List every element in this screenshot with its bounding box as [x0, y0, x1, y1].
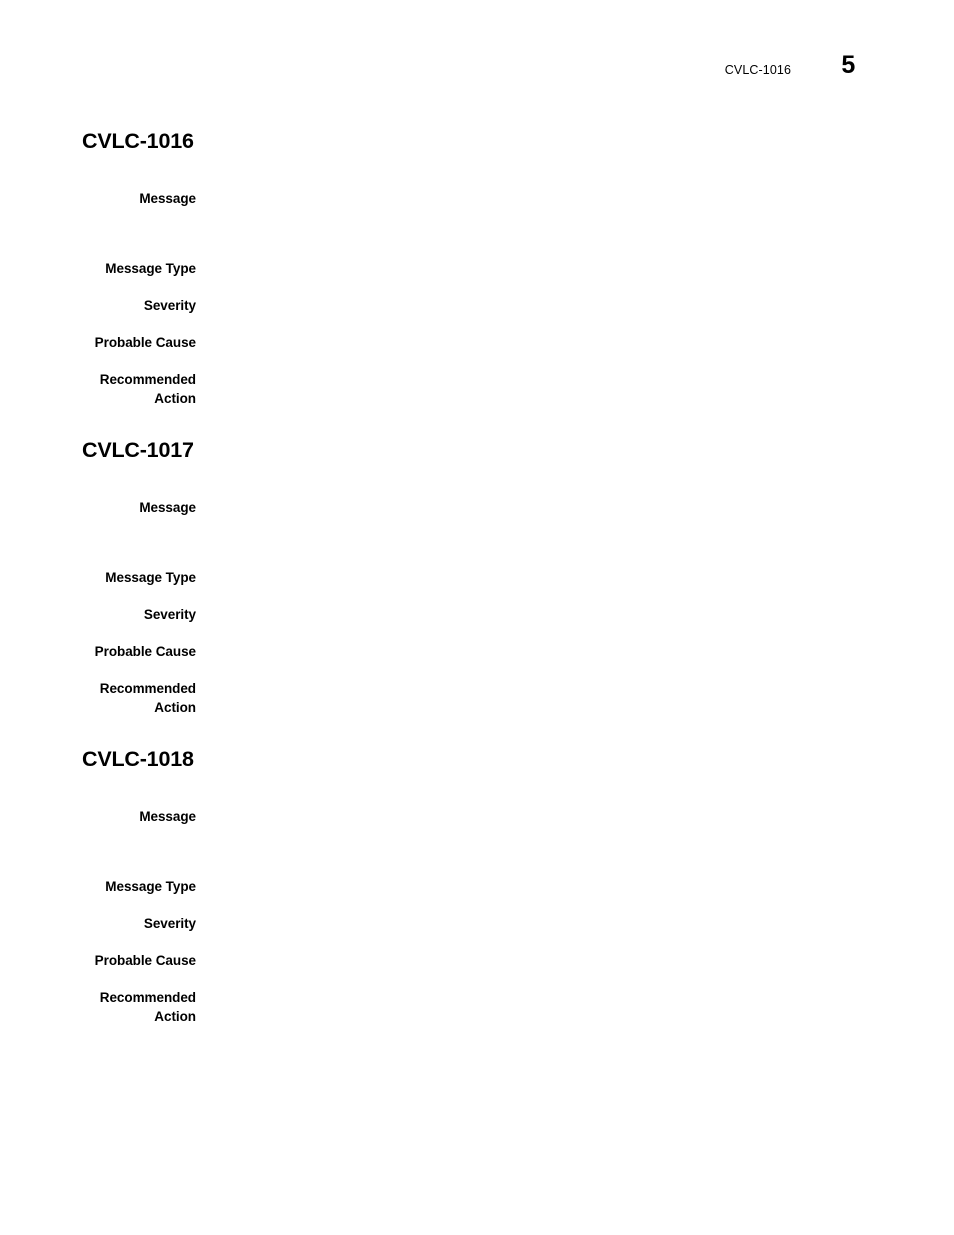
entry-probable-cause: Probable Cause	[0, 951, 954, 970]
entry-value-message	[196, 189, 954, 208]
entry-label-message: Message	[139, 500, 196, 515]
entry-label-message-type: Message Type	[105, 570, 196, 585]
entry-recommended-action: Recommended Action	[0, 679, 954, 717]
entry-label-message-type: Message Type	[105, 261, 196, 276]
page-content: CVLC-1016 Message Message Type Severity …	[0, 128, 954, 1026]
entry-value-severity	[196, 296, 954, 315]
entry-label-message-type: Message Type	[105, 879, 196, 894]
entry-message: Message	[0, 189, 954, 208]
page-header: CVLC-1016 5	[0, 51, 954, 96]
entry-message-type: Message Type	[0, 877, 954, 896]
message-section: CVLC-1017 Message Message Type Severity …	[0, 437, 954, 717]
entry-value-probable-cause	[196, 333, 954, 352]
entry-value-probable-cause	[196, 951, 954, 970]
entry-message: Message	[0, 807, 954, 826]
entry-value-message	[196, 498, 954, 517]
document-page: CVLC-1016 5 CVLC-1016 Message Message Ty…	[0, 0, 954, 1235]
entry-value-recommended-action	[196, 679, 954, 698]
entry-label-recommended-action: Recommended Action	[99, 990, 196, 1024]
entry-label-message: Message	[139, 191, 196, 206]
entry-label-probable-cause: Probable Cause	[94, 953, 196, 968]
entry-recommended-action: Recommended Action	[0, 370, 954, 408]
entry-label-severity: Severity	[143, 298, 196, 313]
message-section: CVLC-1016 Message Message Type Severity …	[0, 128, 954, 408]
entry-label-probable-cause: Probable Cause	[94, 335, 196, 350]
entry-probable-cause: Probable Cause	[0, 642, 954, 661]
message-section: CVLC-1018 Message Message Type Severity …	[0, 746, 954, 1026]
entry-label-severity: Severity	[143, 607, 196, 622]
entry-value-message-type	[196, 259, 954, 278]
entry-message-type: Message Type	[0, 568, 954, 587]
entry-value-severity	[196, 605, 954, 624]
entry-message-type: Message Type	[0, 259, 954, 278]
section-heading: CVLC-1016	[82, 129, 194, 153]
section-heading: CVLC-1018	[82, 747, 194, 771]
entry-label-recommended-action: Recommended Action	[99, 372, 196, 406]
entry-value-message	[196, 807, 954, 826]
entry-value-recommended-action	[196, 370, 954, 389]
entry-severity: Severity	[0, 914, 954, 933]
section-heading: CVLC-1017	[82, 438, 194, 462]
entry-message: Message	[0, 498, 954, 517]
entry-value-recommended-action	[196, 988, 954, 1007]
entry-value-probable-cause	[196, 642, 954, 661]
entry-severity: Severity	[0, 296, 954, 315]
running-head-text: CVLC-1016	[724, 63, 791, 77]
entry-value-severity	[196, 914, 954, 933]
entry-value-message-type	[196, 877, 954, 896]
entry-value-message-type	[196, 568, 954, 587]
entry-label-recommended-action: Recommended Action	[99, 681, 196, 715]
entry-severity: Severity	[0, 605, 954, 624]
entry-label-severity: Severity	[143, 916, 196, 931]
entry-label-probable-cause: Probable Cause	[94, 644, 196, 659]
page-number: 5	[841, 51, 855, 79]
entry-recommended-action: Recommended Action	[0, 988, 954, 1026]
entry-label-message: Message	[139, 809, 196, 824]
entry-probable-cause: Probable Cause	[0, 333, 954, 352]
